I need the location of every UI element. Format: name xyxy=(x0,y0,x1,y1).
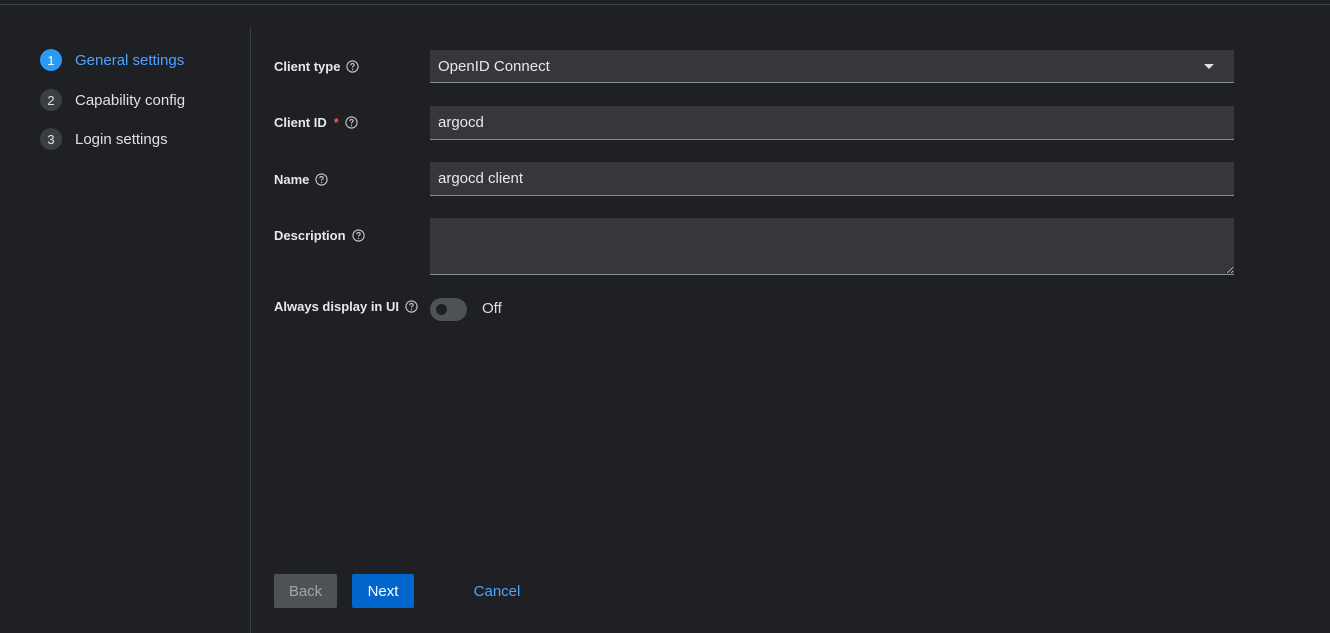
help-icon[interactable] xyxy=(351,229,365,242)
description-label: Description xyxy=(274,228,365,243)
step-label: Capability config xyxy=(75,91,186,109)
help-icon[interactable] xyxy=(346,60,360,73)
step-number-2: 2 xyxy=(40,89,62,111)
toggle-knob xyxy=(436,304,447,315)
description-textarea[interactable] xyxy=(430,218,1234,275)
wizard-step-login-settings[interactable]: 3 Login settings xyxy=(40,128,168,150)
step-label: Login settings xyxy=(75,130,168,148)
wizard-nav: 1 General settings 2 Capability config 3… xyxy=(0,27,251,633)
top-divider xyxy=(0,4,1330,5)
always-display-toggle[interactable] xyxy=(430,298,467,321)
name-label: Name xyxy=(274,172,329,187)
always-display-label: Always display in UI xyxy=(274,299,418,314)
cancel-button[interactable]: Cancel xyxy=(466,574,528,608)
required-indicator: * xyxy=(333,115,339,130)
help-icon[interactable] xyxy=(405,300,418,313)
help-icon[interactable] xyxy=(345,116,358,129)
step-number-3: 3 xyxy=(40,128,62,150)
wizard-step-general-settings[interactable]: 1 General settings xyxy=(40,49,184,71)
client-type-label: Client type xyxy=(274,59,360,74)
next-button[interactable]: Next xyxy=(352,574,414,608)
back-button[interactable]: Back xyxy=(274,574,337,608)
client-id-input[interactable] xyxy=(430,106,1234,140)
step-label: General settings xyxy=(75,51,185,69)
wizard-step-capability-config[interactable]: 2 Capability config xyxy=(40,89,185,111)
name-input[interactable] xyxy=(430,162,1234,196)
caret-down-icon xyxy=(1204,63,1214,69)
help-icon[interactable] xyxy=(315,173,329,186)
client-type-select[interactable]: OpenID Connect xyxy=(430,50,1234,83)
toggle-state-label: Off xyxy=(482,300,502,317)
client-id-label: Client ID * xyxy=(274,115,358,130)
step-number-1: 1 xyxy=(40,49,62,71)
client-type-value: OpenID Connect xyxy=(438,57,550,75)
